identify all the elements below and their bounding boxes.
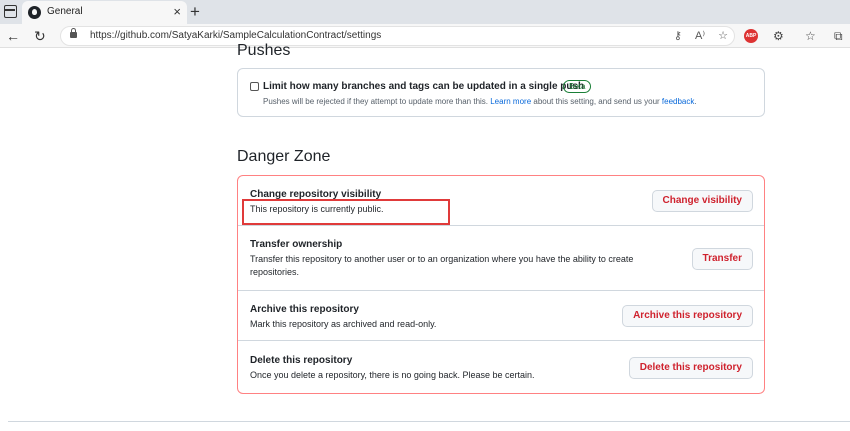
key-icon[interactable]: ⚷ [674, 30, 682, 42]
annotation-highlight-box [242, 199, 450, 225]
row-title: Delete this repository [250, 355, 353, 366]
desc-text: about this setting, and send us your [531, 97, 662, 106]
danger-row-transfer: Transfer ownership Transfer this reposit… [238, 226, 764, 291]
read-aloud-icon[interactable]: A⁾ [695, 30, 705, 42]
url-text[interactable]: https://github.com/SatyaKarki/SampleCalc… [90, 30, 381, 41]
danger-row-archive: Archive this repository Mark this reposi… [238, 291, 764, 341]
refresh-icon[interactable]: ↻ [34, 27, 46, 45]
delete-repository-button[interactable]: Delete this repository [628, 357, 753, 379]
row-description: Transfer this repository to another user… [250, 254, 634, 277]
tab-title: General [47, 6, 83, 17]
tab-actions-icon[interactable] [4, 5, 17, 18]
row-description: Once you delete a repository, there is n… [250, 370, 535, 380]
new-tab-icon[interactable]: + [190, 2, 200, 22]
feedback-link[interactable]: feedback [662, 97, 694, 106]
favorite-add-icon[interactable]: ☆ [718, 30, 728, 42]
favorites-icon[interactable]: ☆ [805, 27, 816, 45]
danger-zone-heading: Danger Zone [237, 148, 331, 165]
archive-repository-button[interactable]: Archive this repository [622, 305, 753, 327]
lock-icon[interactable] [70, 28, 77, 38]
change-visibility-button[interactable]: Change visibility [651, 190, 753, 212]
close-icon[interactable]: × [173, 4, 181, 20]
adblock-icon[interactable]: ABP [744, 29, 758, 43]
desc-text: Pushes will be rejected if they attempt … [263, 97, 491, 106]
browser-nav-bar: ← ↻ https://github.com/SatyaKarki/Sample… [0, 24, 850, 48]
extensions-icon[interactable]: ⚙ [773, 27, 784, 45]
pushes-panel: Limit how many branches and tags can be … [237, 68, 765, 117]
address-bar-icons: ⚷ A⁾ ☆ [664, 29, 728, 42]
browser-tab-bar: General × + [0, 0, 850, 24]
transfer-button[interactable]: Transfer [691, 248, 753, 270]
desc-text: . [694, 97, 697, 106]
tab-general[interactable]: General × [22, 1, 187, 24]
danger-row-delete: Delete this repository Once you delete a… [238, 341, 764, 393]
limit-push-label[interactable]: Limit how many branches and tags can be … [263, 81, 584, 92]
address-bar[interactable]: https://github.com/SatyaKarki/SampleCalc… [60, 26, 735, 46]
beta-badge: Beta [563, 80, 592, 93]
pushes-heading: Pushes [237, 42, 291, 59]
learn-more-link[interactable]: Learn more [490, 97, 531, 106]
pushes-description: Pushes will be rejected if they attempt … [263, 97, 697, 106]
row-title: Archive this repository [250, 304, 359, 315]
github-icon [28, 6, 41, 19]
collections-icon[interactable]: ⧉ [834, 27, 843, 45]
page-divider [8, 421, 850, 422]
limit-push-checkbox[interactable] [250, 82, 259, 91]
row-title: Transfer ownership [250, 239, 343, 250]
row-description: Mark this repository as archived and rea… [250, 319, 437, 329]
back-icon[interactable]: ← [6, 27, 20, 45]
